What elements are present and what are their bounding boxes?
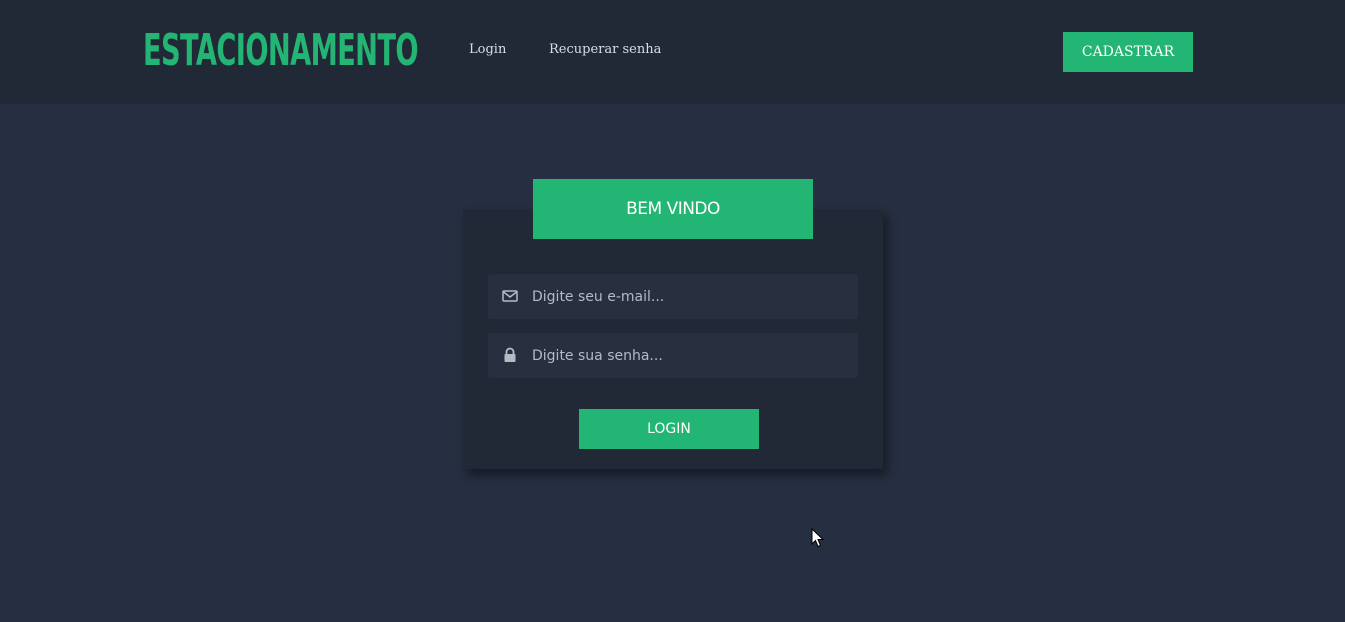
lock-icon [502, 347, 518, 363]
mouse-cursor-icon [811, 528, 825, 548]
signup-button[interactable]: CADASTRAR [1063, 32, 1193, 72]
welcome-title: BEM VINDO [533, 179, 813, 239]
envelope-icon [502, 288, 518, 304]
top-header: ESTACIONAMENTO Login Recuperar senha CAD… [0, 0, 1345, 104]
email-input[interactable] [532, 274, 848, 319]
nav-link-recover-password[interactable]: Recuperar senha [549, 40, 661, 60]
nav-link-login[interactable]: Login [469, 40, 506, 60]
email-field-overlay[interactable] [488, 274, 858, 319]
login-button[interactable]: LOGIN [579, 409, 759, 449]
password-field-overlay[interactable] [488, 333, 858, 378]
password-input[interactable] [532, 333, 848, 378]
brand-logo[interactable]: ESTACIONAMENTO [143, 26, 419, 76]
